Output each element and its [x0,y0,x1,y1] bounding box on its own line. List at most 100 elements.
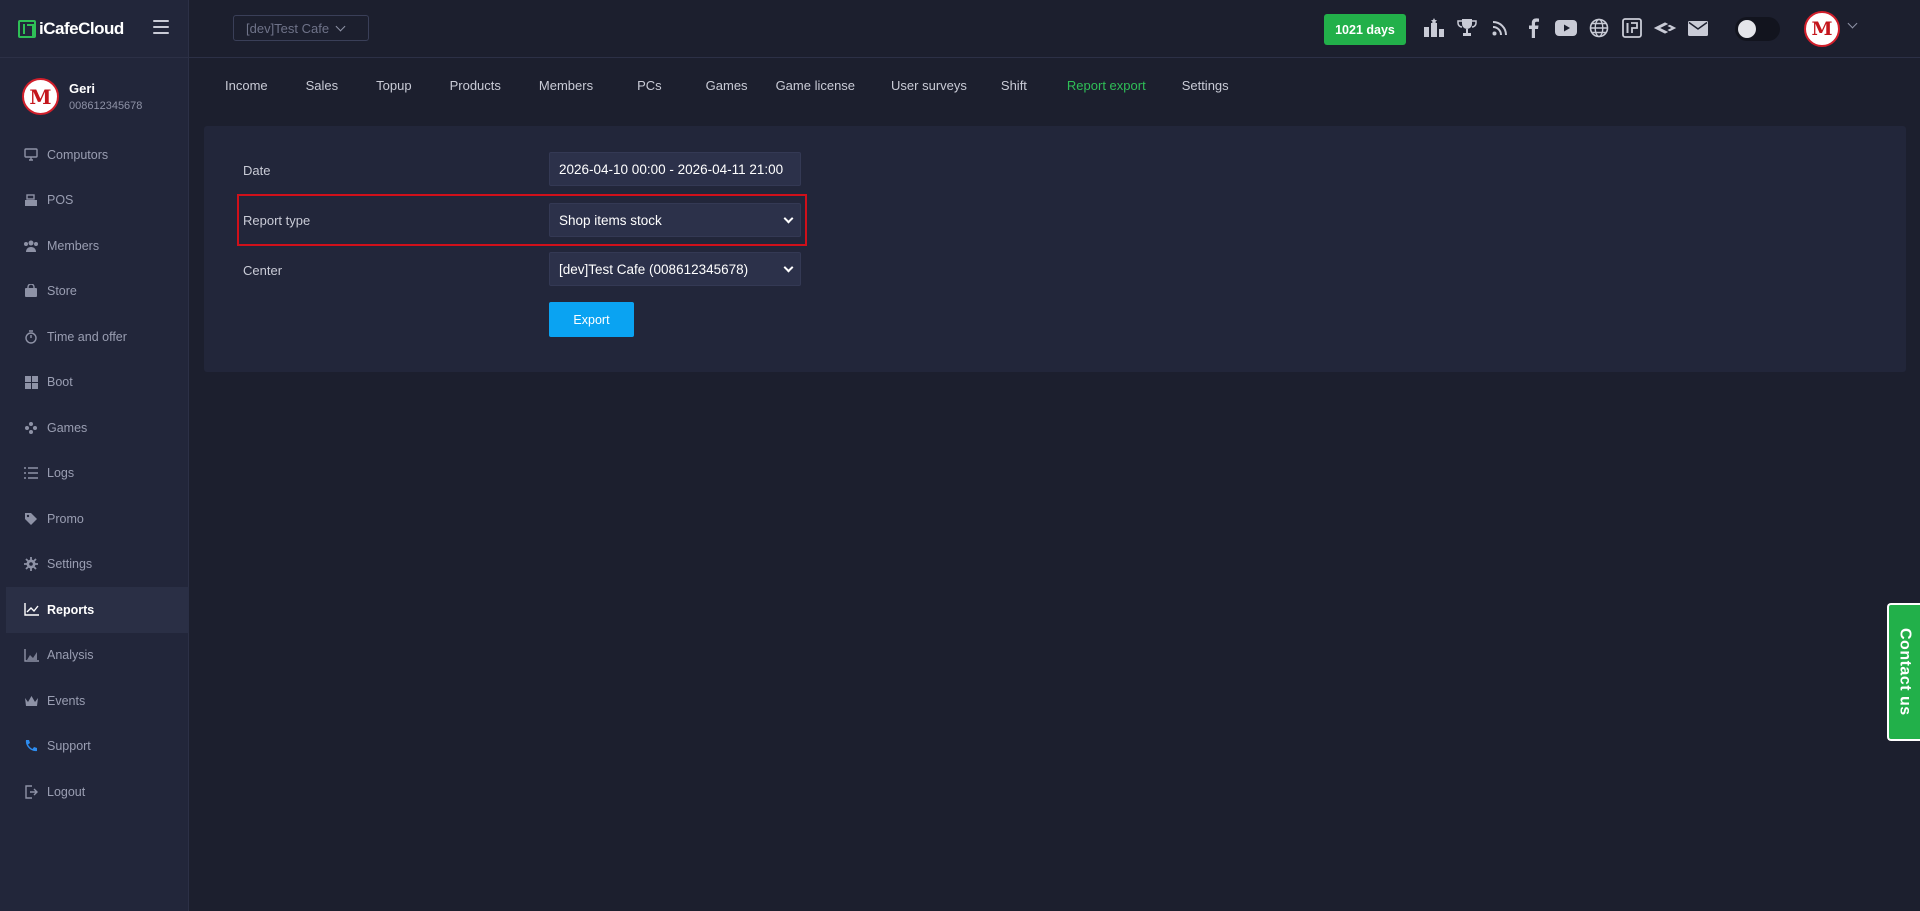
sidebar-item-label: Time and offer [47,329,127,344]
chart-line-icon [23,602,39,618]
wings-icon[interactable] [1653,16,1677,40]
report-type-label: Report type [243,213,311,228]
sidebar-item-analysis[interactable]: Analysis [0,633,189,679]
gear-icon [23,556,39,572]
contact-us-tab[interactable]: Contact us [1887,603,1920,741]
sidebar-item-logout[interactable]: Logout [0,769,189,815]
sidebar-item-boot[interactable]: Boot [0,360,189,406]
tab-report-export[interactable]: Report export [1067,78,1146,93]
rss-icon[interactable] [1488,16,1512,40]
sidebar-item-label: Logout [47,784,86,799]
sidebar-item-settings[interactable]: Settings [0,542,189,588]
report-type-value: Shop items stock [559,212,662,228]
date-range-input[interactable]: 2026-04-10 00:00 - 2026-04-11 21:00 [549,152,801,186]
facebook-icon[interactable] [1521,16,1545,40]
report-tabs: Income Sales Topup Products Members PCs … [225,78,1267,93]
date-range-value: 2026-04-10 00:00 - 2026-04-11 21:00 [559,161,784,177]
logout-icon [23,784,39,800]
brand-logo[interactable]: iCafeCloud [18,19,124,39]
sidebar-item-label: Games [47,420,88,435]
sidebar-item-label: Logs [47,466,75,481]
users-icon [23,238,39,254]
theme-toggle[interactable] [1735,17,1780,41]
tab-games[interactable]: Games [706,78,748,93]
tag-icon [23,511,39,527]
sidebar-item-label: Computors [47,147,109,162]
sidebar-item-support[interactable]: Support [0,724,189,770]
export-button[interactable]: Export [549,302,634,337]
tab-topup[interactable]: Topup [376,78,411,93]
phone-icon [23,738,39,754]
tab-sales[interactable]: Sales [306,78,339,93]
profile-name: Geri [69,81,96,96]
list-icon [23,465,39,481]
mail-icon[interactable] [1686,16,1710,40]
sidebar-item-pos[interactable]: POS [0,178,189,224]
windows-icon [23,374,39,390]
cafe-selector[interactable]: [dev]Test Cafe [233,15,369,41]
tab-shift[interactable]: Shift [1001,78,1027,93]
sidebar: iCafeCloud M Geri 008612345678 Computors… [0,0,189,911]
sidebar-item-store[interactable]: Store [0,269,189,315]
sidebar-item-logs[interactable]: Logs [0,451,189,497]
sidebar-item-members[interactable]: Members [0,223,189,269]
tab-members[interactable]: Members [539,78,593,93]
trophy-icon[interactable] [1455,16,1479,40]
topbar: [dev]Test Cafe 1021 days M [189,0,1920,58]
sidebar-item-computors[interactable]: Computors [0,132,189,178]
sidebar-item-label: Support [47,739,91,754]
hamburger-menu-icon[interactable] [153,20,169,34]
sidebar-item-label: Reports [47,602,95,617]
sidebar-item-time-and-offer[interactable]: Time and offer [0,314,189,360]
sidebar-item-label: Boot [47,375,73,390]
report-export-form: Date 2026-04-10 00:00 - 2026-04-11 21:00… [204,126,1906,372]
avatar: M [22,78,59,115]
sidebar-item-games[interactable]: Games [0,405,189,451]
sidebar-item-label: Promo [47,511,84,526]
license-days-badge[interactable]: 1021 days [1324,14,1406,45]
globe-icon[interactable] [1587,16,1611,40]
sidebar-item-label: Analysis [47,648,94,663]
sidebar-nav: Computors POS Members Store Time and off… [0,132,189,815]
bag-icon [23,283,39,299]
chevron-down-icon[interactable] [1847,18,1858,29]
sidebar-item-label: POS [47,193,74,208]
sidebar-item-promo[interactable]: Promo [0,496,189,542]
center-value: [dev]Test Cafe (008612345678) [559,261,749,277]
tab-pcs[interactable]: PCs [637,78,662,93]
sidebar-item-label: Members [47,238,100,253]
topbar-icons [1422,16,1710,40]
youtube-icon[interactable] [1554,16,1578,40]
date-label: Date [243,163,271,178]
center-label: Center [243,263,283,278]
user-profile[interactable]: M Geri 008612345678 [0,58,188,115]
sidebar-item-label: Settings [47,557,93,572]
sidebar-item-events[interactable]: Events [0,678,189,724]
toggle-knob [1738,20,1756,38]
cafe-selector-value: [dev]Test Cafe [246,20,330,36]
stopwatch-icon [23,329,39,345]
contact-us-label: Contact us [1896,628,1914,716]
tab-user-surveys[interactable]: User surveys [891,78,967,93]
icafe-icon[interactable] [1620,16,1644,40]
tab-settings[interactable]: Settings [1182,78,1229,93]
monitor-icon [23,147,39,163]
tab-products[interactable]: Products [450,78,501,93]
chevron-down-icon [783,213,794,224]
crown-icon [23,693,39,709]
user-avatar-menu[interactable]: M [1804,11,1840,47]
register-icon [23,192,39,208]
tab-game-license[interactable]: Game license [776,78,855,93]
ranking-icon[interactable] [1422,16,1446,40]
area-chart-icon [23,647,39,663]
sidebar-item-reports[interactable]: Reports [6,587,189,633]
icafe-logo-icon [18,19,36,38]
brand: iCafeCloud [0,0,188,58]
brand-name: iCafeCloud [39,18,124,38]
tab-income[interactable]: Income [225,78,268,93]
chevron-down-icon [783,262,794,273]
profile-id: 008612345678 [69,100,143,112]
center-select[interactable]: [dev]Test Cafe (008612345678) [549,252,801,286]
report-type-select[interactable]: Shop items stock [549,203,801,237]
chevron-down-icon [335,21,346,31]
